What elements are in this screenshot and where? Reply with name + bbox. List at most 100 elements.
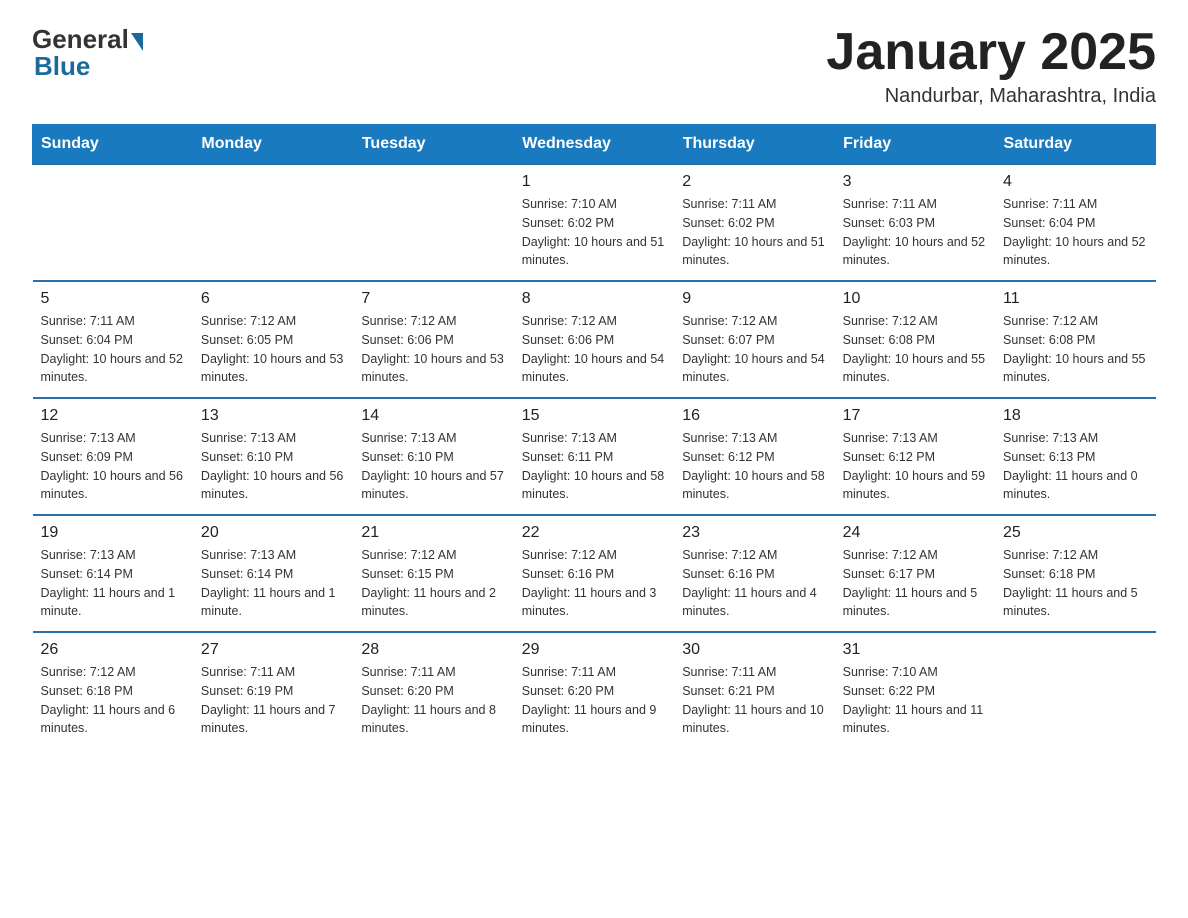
day-info: Sunrise: 7:12 AM Sunset: 6:18 PM Dayligh… bbox=[1003, 546, 1147, 621]
day-info: Sunrise: 7:13 AM Sunset: 6:13 PM Dayligh… bbox=[1003, 429, 1147, 504]
day-info: Sunrise: 7:12 AM Sunset: 6:06 PM Dayligh… bbox=[522, 312, 666, 387]
calendar-cell: 25 Sunrise: 7:12 AM Sunset: 6:18 PM Dayli… bbox=[995, 515, 1155, 632]
day-number: 23 bbox=[682, 524, 826, 542]
logo: General Blue bbox=[32, 24, 143, 82]
day-info: Sunrise: 7:11 AM Sunset: 6:04 PM Dayligh… bbox=[41, 312, 185, 387]
day-number: 26 bbox=[41, 641, 185, 659]
day-number: 2 bbox=[682, 173, 826, 191]
calendar-cell: 6 Sunrise: 7:12 AM Sunset: 6:05 PM Daylig… bbox=[193, 281, 353, 398]
day-info: Sunrise: 7:13 AM Sunset: 6:11 PM Dayligh… bbox=[522, 429, 666, 504]
day-info: Sunrise: 7:13 AM Sunset: 6:14 PM Dayligh… bbox=[41, 546, 185, 621]
day-info: Sunrise: 7:12 AM Sunset: 6:16 PM Dayligh… bbox=[522, 546, 666, 621]
title-block: January 2025 Nandurbar, Maharashtra, Ind… bbox=[826, 24, 1156, 108]
calendar-cell: 16 Sunrise: 7:13 AM Sunset: 6:12 PM Dayli… bbox=[674, 398, 834, 515]
day-number: 30 bbox=[682, 641, 826, 659]
calendar-cell bbox=[33, 164, 193, 281]
weekday-header-sunday: Sunday bbox=[33, 125, 193, 165]
calendar-cell: 5Sunrise: 7:11 AM Sunset: 6:04 PM Daylig… bbox=[33, 281, 193, 398]
day-number: 25 bbox=[1003, 524, 1147, 542]
calendar-cell: 29 Sunrise: 7:11 AM Sunset: 6:20 PM Dayli… bbox=[514, 632, 674, 748]
calendar-cell: 8Sunrise: 7:12 AM Sunset: 6:06 PM Daylig… bbox=[514, 281, 674, 398]
day-number: 27 bbox=[201, 641, 345, 659]
day-number: 17 bbox=[843, 407, 987, 425]
calendar-cell: 15 Sunrise: 7:13 AM Sunset: 6:11 PM Dayli… bbox=[514, 398, 674, 515]
weekday-header-wednesday: Wednesday bbox=[514, 125, 674, 165]
day-number: 6 bbox=[201, 290, 345, 308]
calendar-cell: 10Sunrise: 7:12 AM Sunset: 6:08 PM Dayli… bbox=[835, 281, 995, 398]
day-info: Sunrise: 7:13 AM Sunset: 6:12 PM Dayligh… bbox=[682, 429, 826, 504]
day-info: Sunrise: 7:12 AM Sunset: 6:17 PM Dayligh… bbox=[843, 546, 987, 621]
day-info: Sunrise: 7:12 AM Sunset: 6:08 PM Dayligh… bbox=[1003, 312, 1147, 387]
calendar-cell: 12 Sunrise: 7:13 AM Sunset: 6:09 PM Dayli… bbox=[33, 398, 193, 515]
day-number: 14 bbox=[361, 407, 505, 425]
day-number: 1 bbox=[522, 173, 666, 191]
day-number: 19 bbox=[41, 524, 185, 542]
weekday-header-monday: Monday bbox=[193, 125, 353, 165]
calendar-cell bbox=[995, 632, 1155, 748]
calendar-cell: 20 Sunrise: 7:13 AM Sunset: 6:14 PM Dayli… bbox=[193, 515, 353, 632]
weekday-header-friday: Friday bbox=[835, 125, 995, 165]
day-info: Sunrise: 7:11 AM Sunset: 6:21 PM Dayligh… bbox=[682, 663, 826, 738]
day-info: Sunrise: 7:12 AM Sunset: 6:15 PM Dayligh… bbox=[361, 546, 505, 621]
day-number: 10 bbox=[843, 290, 987, 308]
calendar-cell: 11Sunrise: 7:12 AM Sunset: 6:08 PM Dayli… bbox=[995, 281, 1155, 398]
day-number: 13 bbox=[201, 407, 345, 425]
calendar-cell: 23 Sunrise: 7:12 AM Sunset: 6:16 PM Dayli… bbox=[674, 515, 834, 632]
calendar-cell: 3Sunrise: 7:11 AM Sunset: 6:03 PM Daylig… bbox=[835, 164, 995, 281]
calendar-week-row: 19 Sunrise: 7:13 AM Sunset: 6:14 PM Dayli… bbox=[33, 515, 1156, 632]
calendar-cell: 28Sunrise: 7:11 AM Sunset: 6:20 PM Dayli… bbox=[353, 632, 513, 748]
day-number: 21 bbox=[361, 524, 505, 542]
day-number: 29 bbox=[522, 641, 666, 659]
day-number: 7 bbox=[361, 290, 505, 308]
day-info: Sunrise: 7:11 AM Sunset: 6:02 PM Dayligh… bbox=[682, 195, 826, 270]
day-number: 3 bbox=[843, 173, 987, 191]
calendar-week-row: 26 Sunrise: 7:12 AM Sunset: 6:18 PM Dayli… bbox=[33, 632, 1156, 748]
day-info: Sunrise: 7:13 AM Sunset: 6:14 PM Dayligh… bbox=[201, 546, 345, 621]
day-info: Sunrise: 7:12 AM Sunset: 6:18 PM Dayligh… bbox=[41, 663, 185, 738]
calendar-week-row: 1 Sunrise: 7:10 AM Sunset: 6:02 PM Daylig… bbox=[33, 164, 1156, 281]
day-info: Sunrise: 7:10 AM Sunset: 6:02 PM Dayligh… bbox=[522, 195, 666, 270]
day-info: Sunrise: 7:11 AM Sunset: 6:20 PM Dayligh… bbox=[522, 663, 666, 738]
calendar-table: SundayMondayTuesdayWednesdayThursdayFrid… bbox=[32, 124, 1156, 748]
day-number: 12 bbox=[41, 407, 185, 425]
weekday-header-tuesday: Tuesday bbox=[353, 125, 513, 165]
page-header: General Blue January 2025 Nandurbar, Mah… bbox=[32, 24, 1156, 108]
day-number: 9 bbox=[682, 290, 826, 308]
logo-blue-text: Blue bbox=[34, 51, 90, 82]
calendar-cell bbox=[353, 164, 513, 281]
calendar-cell: 19 Sunrise: 7:13 AM Sunset: 6:14 PM Dayli… bbox=[33, 515, 193, 632]
day-number: 18 bbox=[1003, 407, 1147, 425]
calendar-cell: 1 Sunrise: 7:10 AM Sunset: 6:02 PM Daylig… bbox=[514, 164, 674, 281]
month-title: January 2025 bbox=[826, 24, 1156, 81]
day-number: 4 bbox=[1003, 173, 1147, 191]
day-info: Sunrise: 7:13 AM Sunset: 6:09 PM Dayligh… bbox=[41, 429, 185, 504]
day-info: Sunrise: 7:12 AM Sunset: 6:05 PM Dayligh… bbox=[201, 312, 345, 387]
calendar-cell: 31Sunrise: 7:10 AM Sunset: 6:22 PM Dayli… bbox=[835, 632, 995, 748]
calendar-cell: 7 Sunrise: 7:12 AM Sunset: 6:06 PM Daylig… bbox=[353, 281, 513, 398]
day-info: Sunrise: 7:13 AM Sunset: 6:10 PM Dayligh… bbox=[201, 429, 345, 504]
weekday-header-saturday: Saturday bbox=[995, 125, 1155, 165]
day-number: 15 bbox=[522, 407, 666, 425]
calendar-cell: 27 Sunrise: 7:11 AM Sunset: 6:19 PM Dayli… bbox=[193, 632, 353, 748]
calendar-cell: 21 Sunrise: 7:12 AM Sunset: 6:15 PM Dayli… bbox=[353, 515, 513, 632]
day-info: Sunrise: 7:12 AM Sunset: 6:16 PM Dayligh… bbox=[682, 546, 826, 621]
calendar-cell: 9Sunrise: 7:12 AM Sunset: 6:07 PM Daylig… bbox=[674, 281, 834, 398]
day-number: 16 bbox=[682, 407, 826, 425]
day-info: Sunrise: 7:11 AM Sunset: 6:19 PM Dayligh… bbox=[201, 663, 345, 738]
day-info: Sunrise: 7:11 AM Sunset: 6:04 PM Dayligh… bbox=[1003, 195, 1147, 270]
day-number: 20 bbox=[201, 524, 345, 542]
calendar-cell: 22Sunrise: 7:12 AM Sunset: 6:16 PM Dayli… bbox=[514, 515, 674, 632]
day-info: Sunrise: 7:13 AM Sunset: 6:10 PM Dayligh… bbox=[361, 429, 505, 504]
logo-arrow-icon bbox=[131, 33, 143, 51]
day-info: Sunrise: 7:10 AM Sunset: 6:22 PM Dayligh… bbox=[843, 663, 987, 738]
location: Nandurbar, Maharashtra, India bbox=[826, 85, 1156, 108]
day-info: Sunrise: 7:12 AM Sunset: 6:06 PM Dayligh… bbox=[361, 312, 505, 387]
calendar-cell: 24 Sunrise: 7:12 AM Sunset: 6:17 PM Dayli… bbox=[835, 515, 995, 632]
weekday-header-row: SundayMondayTuesdayWednesdayThursdayFrid… bbox=[33, 125, 1156, 165]
calendar-cell: 30 Sunrise: 7:11 AM Sunset: 6:21 PM Dayli… bbox=[674, 632, 834, 748]
calendar-cell: 4 Sunrise: 7:11 AM Sunset: 6:04 PM Daylig… bbox=[995, 164, 1155, 281]
calendar-cell: 18 Sunrise: 7:13 AM Sunset: 6:13 PM Dayli… bbox=[995, 398, 1155, 515]
weekday-header-thursday: Thursday bbox=[674, 125, 834, 165]
calendar-week-row: 5Sunrise: 7:11 AM Sunset: 6:04 PM Daylig… bbox=[33, 281, 1156, 398]
day-number: 24 bbox=[843, 524, 987, 542]
